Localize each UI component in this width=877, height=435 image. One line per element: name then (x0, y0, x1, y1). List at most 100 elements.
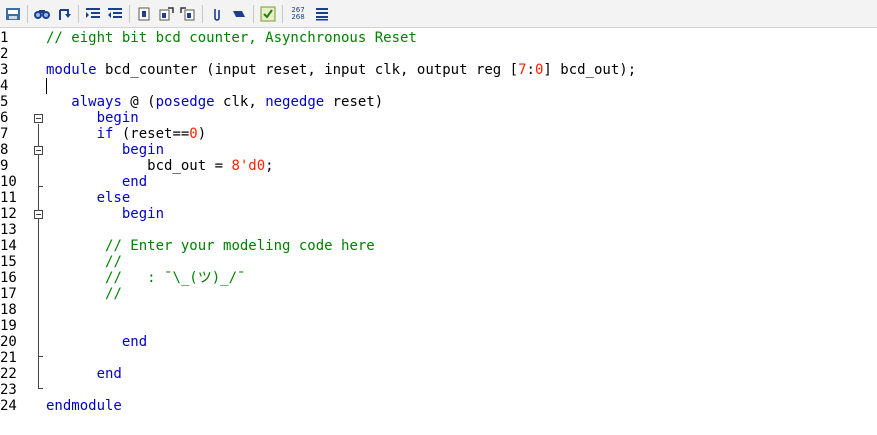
find-icon[interactable] (32, 4, 51, 24)
code-line[interactable]: if (reset==0) (46, 126, 207, 142)
fold-end-tick (38, 186, 43, 187)
code-token: end (121, 334, 148, 350)
code-token: (reset== (113, 126, 190, 142)
code-token: // eight bit bcd counter, Asynchronous R… (46, 30, 417, 46)
text-cursor (46, 78, 47, 94)
toolbar-separator (253, 4, 254, 23)
code-line[interactable]: end (46, 334, 147, 350)
fold-gutter (18, 30, 44, 435)
code-token: bcd_counter ( (96, 62, 215, 78)
code-token: module (46, 62, 97, 78)
code-token: ; (265, 158, 274, 174)
code-token: always (71, 94, 122, 110)
line-number: 17 (0, 286, 17, 302)
prev-bookmark-icon[interactable] (178, 4, 197, 24)
line-number: 21 (0, 350, 17, 366)
code-line[interactable]: // : ¯\_(ツ)_/¯ (46, 270, 245, 286)
check-syntax-icon[interactable] (258, 4, 277, 24)
code-token: @ ( (121, 94, 156, 110)
code-token: posedge (155, 94, 215, 110)
line-number: 11 (0, 190, 17, 206)
code-line[interactable]: endmodule (46, 398, 122, 414)
code-token: : (526, 62, 535, 78)
eraser-icon[interactable] (229, 4, 248, 24)
code-line[interactable]: // eight bit bcd counter, Asynchronous R… (46, 30, 417, 46)
line-number: 3 (0, 62, 9, 78)
fold-toggle-icon[interactable] (34, 114, 43, 123)
line-number: 12 (0, 206, 17, 222)
list-icon[interactable] (312, 4, 331, 24)
line-number: 23 (0, 382, 17, 398)
goto-icon[interactable] (54, 4, 73, 24)
line-number: 15 (0, 254, 17, 270)
code-line[interactable]: bcd_out = 8'd0; (46, 158, 274, 174)
line-number: 24 (0, 398, 17, 414)
line-numbers-icon[interactable]: 267 268 (287, 4, 309, 24)
fold-end-tick (38, 388, 43, 389)
indent-icon[interactable] (83, 4, 102, 24)
line-number: 1 (0, 30, 9, 46)
code-token: input (324, 62, 367, 78)
attach-icon[interactable] (207, 4, 226, 24)
toolbar-separator (129, 4, 130, 23)
next-bookmark-icon[interactable] (156, 4, 175, 24)
code-editor[interactable]: // eight bit bcd counter, Asynchronous R… (46, 30, 877, 435)
line-number: 22 (0, 366, 17, 382)
code-token: bcd_out = (46, 158, 232, 174)
code-token: reg (475, 62, 502, 78)
fold-end-tick (38, 356, 43, 357)
code-token: // : ¯\_(ツ)_/¯ (105, 270, 246, 286)
code-token: begin (121, 142, 165, 158)
code-line[interactable]: module bcd_counter (input reset, input c… (46, 62, 636, 78)
code-line[interactable]: else (46, 190, 131, 206)
line-number: 14 (0, 238, 17, 254)
code-line[interactable]: // (46, 254, 122, 270)
save-project-icon[interactable] (3, 4, 22, 24)
line-numbers-label-bottom: 268 (291, 12, 305, 21)
code-token: end (121, 174, 148, 190)
line-number: 10 (0, 174, 17, 190)
code-line[interactable]: // (46, 286, 122, 302)
bookmark-icon[interactable] (134, 4, 153, 24)
code-token: else (96, 190, 131, 206)
line-number: 20 (0, 334, 17, 350)
code-token: // (105, 254, 122, 270)
code-token: begin (121, 206, 165, 222)
fold-guide-line (38, 124, 39, 388)
line-number: 6 (0, 110, 9, 126)
code-token: end (96, 366, 122, 382)
code-token: endmodule (46, 398, 122, 414)
line-number: 8 (0, 142, 9, 158)
line-number: 18 (0, 302, 17, 318)
code-line[interactable]: begin (46, 110, 139, 126)
code-token: ) (197, 126, 207, 142)
code-token: // (105, 286, 122, 302)
code-token: 7 (518, 62, 527, 78)
toolbar: 267 268 (0, 0, 877, 28)
code-line[interactable]: end (46, 366, 122, 382)
code-line[interactable]: // Enter your modeling code here (46, 238, 375, 254)
code-line[interactable]: end (46, 174, 147, 190)
code-token: [ (501, 62, 519, 78)
fold-toggle-icon[interactable] (34, 146, 43, 155)
code-token: clk, (214, 94, 266, 110)
fold-toggle-icon[interactable] (34, 210, 43, 219)
code-line[interactable]: always @ (posedge clk, negedge reset) (46, 94, 383, 110)
code-line[interactable]: begin (46, 142, 164, 158)
code-token: clk, (366, 62, 417, 78)
outdent-icon[interactable] (105, 4, 124, 24)
toolbar-separator (78, 4, 79, 23)
code-line[interactable]: begin (46, 206, 164, 222)
